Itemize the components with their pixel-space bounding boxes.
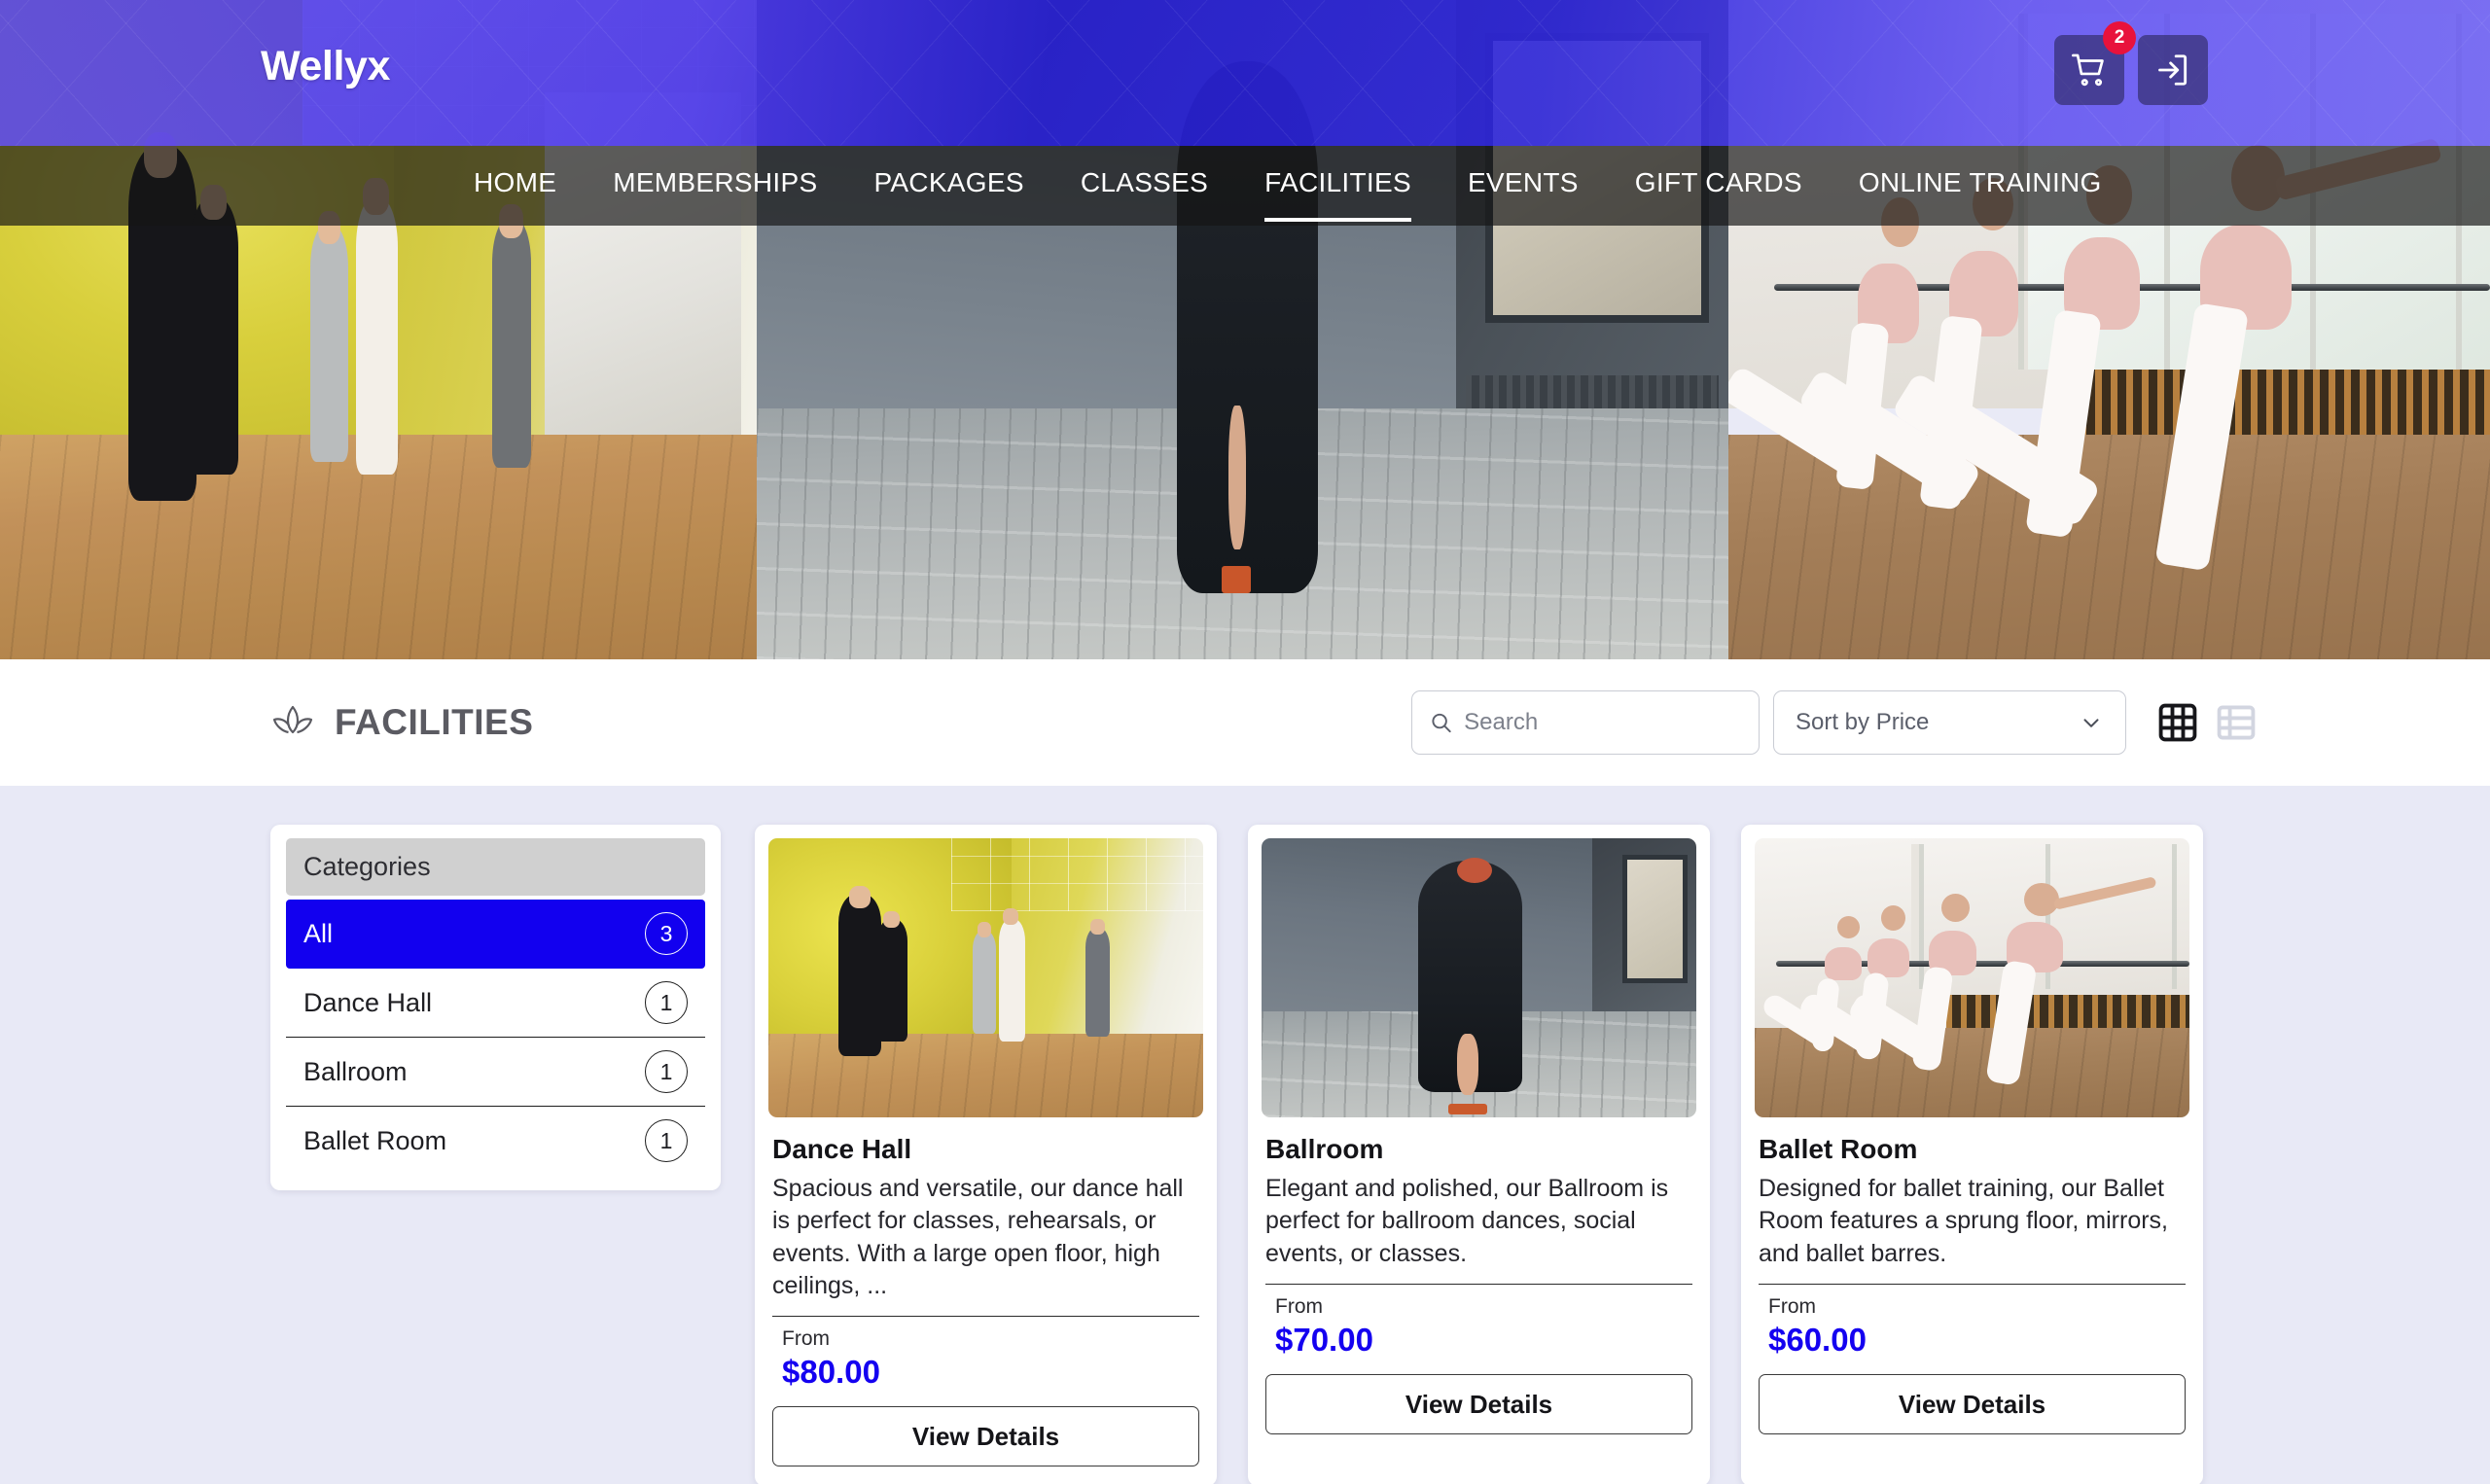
facility-from-label: From [1768,1295,2186,1319]
chevron-down-icon [2079,710,2104,735]
category-count: 1 [645,1119,688,1162]
nav-item-gift-cards[interactable]: GIFT CARDS [1635,167,1802,204]
brand-logo[interactable]: Wellyx [261,43,390,90]
grid-view-button[interactable] [2155,700,2200,745]
list-icon [2215,701,2258,744]
search-input[interactable] [1464,709,1741,736]
view-details-button[interactable]: View Details [1759,1374,2186,1434]
divider [1265,1284,1692,1285]
facility-card[interactable]: Ballet Room Designed for ballet training… [1741,825,2203,1484]
category-label: All [303,919,333,949]
divider [772,1316,1199,1317]
facility-price: $70.00 [1275,1322,1692,1359]
view-toggle-group [2155,700,2259,745]
categories-heading: Categories [286,838,705,896]
facility-card[interactable]: Ballroom Elegant and polished, our Ballr… [1248,825,1710,1484]
facility-title: Ballroom [1265,1134,1692,1165]
facility-card-grid: Dance Hall Spacious and versatile, our d… [755,825,2203,1484]
sort-select-value: Sort by Price [1796,709,1929,736]
page-title-text: FACILITIES [335,702,533,743]
nav-item-facilities[interactable]: FACILITIES [1264,167,1411,204]
view-details-button[interactable]: View Details [772,1406,1199,1466]
facility-description: Spacious and versatile, our dance hall i… [772,1173,1199,1302]
category-label: Dance Hall [303,988,432,1018]
categories-panel: Categories All 3 Dance Hall 1 Ballroom 1… [270,825,721,1190]
cart-badge: 2 [2103,21,2136,54]
lotus-icon [270,703,315,742]
toolbar-controls: Sort by Price [1411,690,2259,755]
facility-price: $80.00 [782,1354,1199,1391]
login-button[interactable] [2138,35,2208,105]
category-item-ballet-room[interactable]: Ballet Room 1 [286,1107,705,1175]
grid-icon [2156,701,2199,744]
nav-item-classes[interactable]: CLASSES [1081,167,1208,204]
content-area: Categories All 3 Dance Hall 1 Ballroom 1… [0,786,2490,1484]
nav-item-events[interactable]: EVENTS [1468,167,1579,204]
nav-item-home[interactable]: HOME [474,167,556,204]
cart-button[interactable]: 2 [2054,35,2124,105]
category-count: 1 [645,981,688,1024]
nav-item-online-training[interactable]: ONLINE TRAINING [1859,167,2102,204]
category-label: Ballet Room [303,1126,446,1156]
main-navigation: HOME MEMBERSHIPS PACKAGES CLASSES FACILI… [0,146,2490,226]
view-details-button[interactable]: View Details [1265,1374,1692,1434]
category-item-all[interactable]: All 3 [286,900,705,969]
nav-item-memberships[interactable]: MEMBERSHIPS [613,167,817,204]
category-item-ballroom[interactable]: Ballroom 1 [286,1038,705,1107]
facility-description: Elegant and polished, our Ballroom is pe… [1265,1173,1692,1270]
sign-in-icon [2154,52,2191,88]
facility-description: Designed for ballet training, our Ballet… [1759,1173,2186,1270]
facility-from-label: From [782,1327,1199,1351]
category-count: 3 [645,912,688,955]
facility-price: $60.00 [1768,1322,2186,1359]
facility-card[interactable]: Dance Hall Spacious and versatile, our d… [755,825,1217,1484]
page-title: FACILITIES [270,702,533,743]
nav-item-packages[interactable]: PACKAGES [873,167,1023,204]
header-actions: 2 [2054,35,2208,105]
hero-banner: Wellyx 2 HOME MEMBERSHIPS PACKAGES CLASS… [0,0,2490,659]
page-toolbar: FACILITIES Sort by Price [0,659,2490,786]
category-label: Ballroom [303,1057,408,1087]
facility-title: Ballet Room [1759,1134,2186,1165]
search-icon [1430,710,1452,735]
category-count: 1 [645,1050,688,1093]
facility-thumbnail-ballroom [1262,838,1696,1117]
search-box[interactable] [1411,690,1760,755]
list-view-button[interactable] [2214,700,2259,745]
facility-thumbnail-dance-hall [768,838,1203,1117]
facility-title: Dance Hall [772,1134,1199,1165]
facility-from-label: From [1275,1295,1692,1319]
sort-select[interactable]: Sort by Price [1773,690,2126,755]
category-item-dance-hall[interactable]: Dance Hall 1 [286,969,705,1038]
facility-thumbnail-ballet-room [1755,838,2189,1117]
shopping-cart-icon [2071,52,2108,88]
divider [1759,1284,2186,1285]
